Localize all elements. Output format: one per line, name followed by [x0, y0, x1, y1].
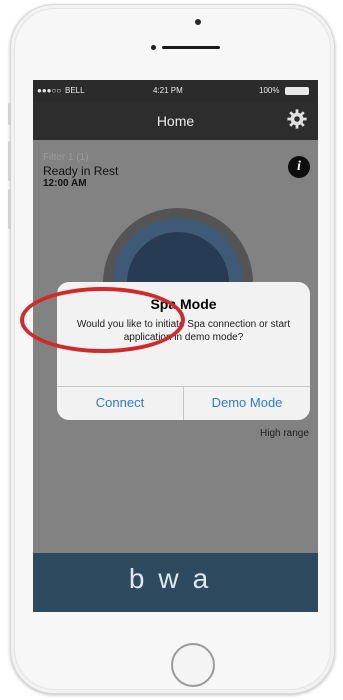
filter-status: Filter 1 (1) — [43, 152, 89, 163]
demo-mode-button[interactable]: Demo Mode — [184, 386, 310, 420]
info-icon[interactable]: i — [288, 156, 310, 178]
earpiece-speaker — [162, 46, 220, 49]
proximity-sensor — [151, 45, 156, 50]
mute-switch — [8, 103, 11, 125]
battery-percent: 100% — [259, 86, 280, 95]
bwa-logo: bwa — [128, 563, 223, 594]
volume-down-button — [8, 189, 11, 229]
front-camera — [195, 19, 201, 25]
connect-highlight-ring — [20, 287, 185, 353]
clock: 4:21 PM — [153, 86, 183, 95]
battery-icon — [285, 87, 309, 95]
signal-icon: ●●●○○ — [37, 86, 62, 95]
brand-bar: bwa — [33, 553, 318, 612]
heat-range-label[interactable]: High range — [260, 428, 309, 439]
spa-time: 12:00 AM — [43, 178, 87, 189]
page-title: Home — [156, 113, 195, 129]
home-button[interactable] — [171, 643, 215, 687]
spa-status: Ready in Rest — [43, 164, 119, 178]
carrier-label: BELL — [65, 86, 85, 95]
status-bar: ●●●○○ BELL 4:21 PM 100% — [33, 80, 318, 102]
connect-button[interactable]: Connect — [57, 386, 183, 420]
volume-up-button — [8, 141, 11, 181]
gear-icon[interactable] — [286, 108, 308, 130]
nav-bar: Home — [33, 102, 318, 140]
